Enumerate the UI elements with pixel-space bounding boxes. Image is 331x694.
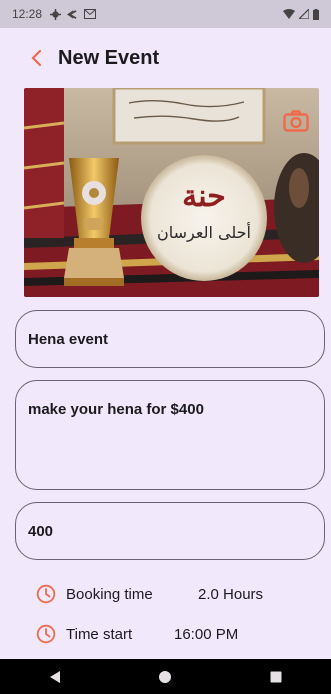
nav-back-button[interactable] (35, 662, 75, 692)
nav-home-button[interactable] (145, 662, 185, 692)
event-photo-image: حنة أحلى العرسان (24, 88, 319, 297)
back-button[interactable] (12, 34, 60, 82)
square-recents-icon (270, 671, 282, 682)
circle-home-icon (159, 670, 172, 683)
system-nav-bar (0, 659, 331, 694)
event-price-field[interactable]: 400 (15, 502, 325, 560)
booking-time-label: Booking time (66, 585, 153, 603)
arrow-back-icon (31, 49, 42, 67)
event-title-value: Hena event (28, 330, 109, 348)
event-description-field[interactable]: make your hena for $400 (15, 380, 325, 490)
event-photo[interactable]: حنة أحلى العرسان (24, 88, 319, 297)
share-arrow-icon (67, 9, 77, 19)
time-start-row[interactable]: Time start 16:00 PM (36, 624, 238, 644)
clock-icon (36, 584, 56, 604)
status-time: 12:28 (12, 7, 43, 21)
camera-icon (283, 110, 309, 132)
event-description-value: make your hena for $400 (28, 401, 204, 418)
time-start-label: Time start (66, 625, 133, 643)
event-price-value: 400 (28, 522, 54, 540)
booking-time-row[interactable]: Booking time 2.0 Hours (36, 584, 263, 604)
page-title: New Event (58, 46, 160, 69)
battery-icon (313, 8, 319, 20)
event-title-field[interactable]: Hena event (15, 310, 325, 368)
mail-icon (84, 9, 97, 19)
svg-text:أحلى العرسان: أحلى العرسان (157, 222, 251, 243)
triangle-back-icon (50, 670, 61, 683)
wifi-icon (283, 9, 295, 19)
svg-text:حنة: حنة (182, 179, 226, 214)
booking-time-value: 2.0 Hours (198, 585, 264, 603)
time-start-value: 16:00 PM (174, 625, 239, 643)
settings-icon (50, 8, 62, 20)
app-bar: New Event (0, 34, 331, 82)
camera-button[interactable] (281, 106, 311, 136)
nav-recents-button[interactable] (256, 662, 296, 692)
status-bar: 12:28 (0, 0, 331, 28)
clock-icon (36, 624, 56, 644)
signal-icon (299, 9, 309, 19)
